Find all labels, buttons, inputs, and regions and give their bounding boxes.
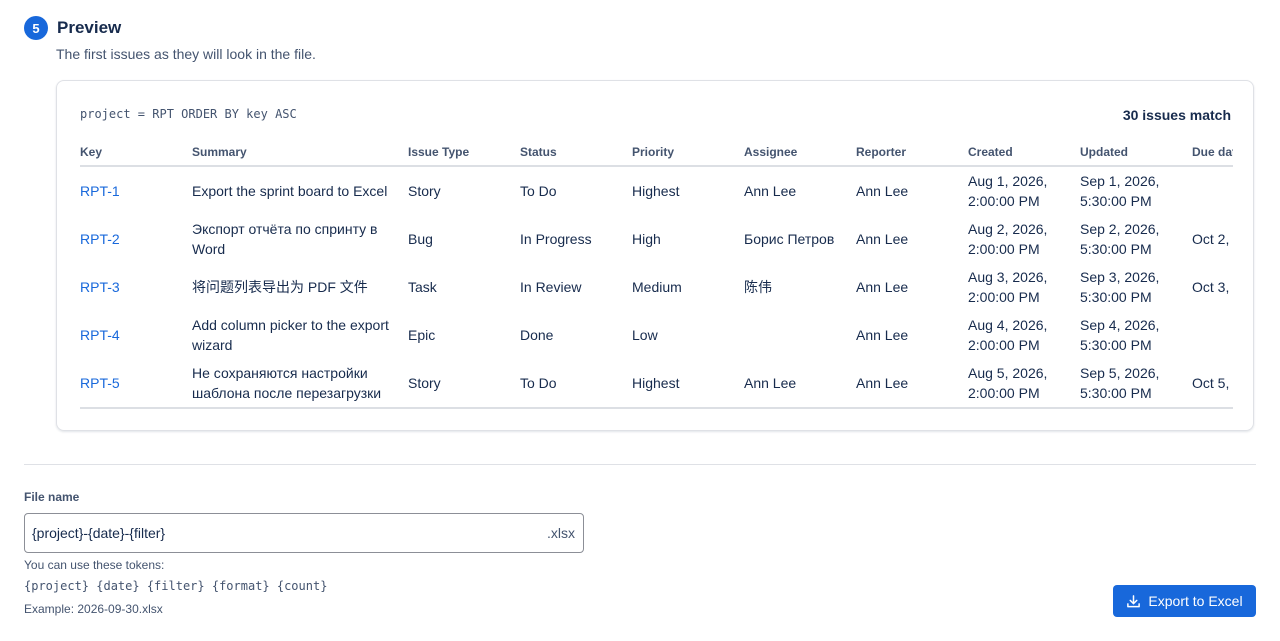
- summary-cell: 将问题列表导出为 PDF 文件: [192, 279, 368, 295]
- column-header: Status: [520, 139, 632, 167]
- issue-key-link[interactable]: RPT-5: [80, 375, 120, 391]
- preview-table-scroll[interactable]: Key Summary Issue Type Status Priority A…: [80, 139, 1233, 409]
- priority-cell: High: [632, 231, 661, 247]
- table-row: RPT-5 Не сохраняются настройки шаблона п…: [80, 359, 1233, 409]
- due-date-cell: Oct 2, 2026: [1192, 231, 1233, 247]
- match-count: 30 issues match: [1122, 107, 1231, 123]
- issue-type-cell: Story: [408, 183, 441, 199]
- priority-cell: Highest: [632, 359, 744, 409]
- created-cell: Aug 5, 2026, 2:00:00 PM: [968, 359, 1080, 409]
- updated-cell: Sep 1, 2026, 5:30:00 PM: [1080, 173, 1160, 209]
- download-icon: [1127, 594, 1141, 607]
- assignee-cell: Борис Петров: [744, 231, 835, 247]
- assignee-cell: Ann Lee: [744, 183, 797, 199]
- issue-type-cell: Epic: [408, 327, 436, 343]
- assignee-cell: [744, 311, 856, 359]
- step-header: 5 Preview: [24, 16, 121, 40]
- column-header: Priority: [632, 139, 744, 167]
- issue-key-link[interactable]: RPT-4: [80, 327, 120, 343]
- file-name-label: File name: [24, 490, 80, 504]
- section-divider: [24, 464, 1256, 465]
- created-cell: Aug 2, 2026, 2:00:00 PM: [968, 221, 1048, 257]
- reporter-cell: Ann Lee: [856, 359, 968, 409]
- status-cell: To Do: [520, 183, 557, 199]
- due-date-cell: Oct 5, 2026: [1192, 359, 1233, 409]
- step-number-badge: 5: [24, 16, 48, 40]
- preview-card: project = RPT ORDER BY key ASC 30 issues…: [56, 80, 1254, 431]
- file-name-example: Example: 2026-09-30.xlsx: [24, 602, 163, 616]
- reporter-cell: Ann Lee: [856, 231, 909, 247]
- export-button-label: Export to Excel: [1148, 593, 1243, 609]
- step-title: Preview: [57, 18, 122, 37]
- column-header: Key: [80, 139, 192, 167]
- table-row: RPT-4 Add column picker to the export wi…: [80, 311, 1233, 359]
- file-name-field: .xlsx: [24, 513, 584, 553]
- created-cell: Aug 3, 2026, 2:00:00 PM: [968, 269, 1048, 305]
- reporter-cell: Ann Lee: [856, 279, 909, 295]
- table-row: RPT-1 Export the sprint board to Excel S…: [80, 166, 1233, 215]
- assignee-cell: 陈伟: [744, 279, 772, 295]
- priority-cell: Low: [632, 327, 658, 343]
- assignee-cell: Ann Lee: [744, 359, 856, 409]
- updated-cell: Sep 5, 2026, 5:30:00 PM: [1080, 359, 1192, 409]
- table-row: RPT-3 将问题列表导出为 PDF 文件 Task In Review Med…: [80, 263, 1233, 311]
- summary-cell: Не сохраняются настройки шаблона после п…: [192, 359, 408, 409]
- summary-cell: Export the sprint board to Excel: [192, 183, 388, 199]
- jql-query: project = RPT ORDER BY key ASC: [80, 107, 297, 121]
- status-cell: Done: [520, 327, 554, 343]
- column-header: Assignee: [744, 139, 856, 167]
- due-date-cell: [1192, 166, 1233, 215]
- issue-key-link[interactable]: RPT-2: [80, 231, 120, 247]
- summary-cell: Экспорт отчёта по спринту в Word: [192, 221, 378, 257]
- status-cell: In Review: [520, 279, 582, 295]
- summary-cell: Add column picker to the export wizard: [192, 317, 389, 353]
- token-list: {project} {date} {filter} {format} {coun…: [24, 579, 328, 593]
- issue-key-link[interactable]: RPT-1: [80, 183, 120, 199]
- column-header: Due date: [1192, 139, 1233, 167]
- status-cell: To Do: [520, 359, 632, 409]
- updated-cell: Sep 2, 2026, 5:30:00 PM: [1080, 221, 1160, 257]
- reporter-cell: Ann Lee: [856, 327, 909, 343]
- updated-cell: Sep 3, 2026, 5:30:00 PM: [1080, 269, 1160, 305]
- priority-cell: Highest: [632, 183, 680, 199]
- table-row: RPT-2 Экспорт отчёта по спринту в Word B…: [80, 215, 1233, 263]
- issue-type-cell: Story: [408, 359, 520, 409]
- due-date-cell: [1192, 311, 1233, 359]
- table-header-row: Key Summary Issue Type Status Priority A…: [80, 139, 1233, 167]
- issue-type-cell: Bug: [408, 231, 433, 247]
- column-header: Updated: [1080, 139, 1192, 167]
- column-header: Reporter: [856, 139, 968, 167]
- created-cell: Aug 4, 2026, 2:00:00 PM: [968, 317, 1048, 353]
- file-name-input[interactable]: [25, 514, 547, 552]
- status-cell: In Progress: [520, 231, 592, 247]
- updated-cell: Sep 4, 2026, 5:30:00 PM: [1080, 317, 1160, 353]
- due-date-cell: Oct 3, 2026: [1192, 279, 1233, 295]
- export-to-excel-button[interactable]: Export to Excel: [1113, 585, 1256, 617]
- created-cell: Aug 1, 2026, 2:00:00 PM: [968, 173, 1048, 209]
- issue-key-link[interactable]: RPT-3: [80, 279, 120, 295]
- token-hint: You can use these tokens:: [24, 558, 165, 572]
- priority-cell: Medium: [632, 279, 682, 295]
- column-header: Issue Type: [408, 139, 520, 167]
- issue-type-cell: Task: [408, 279, 437, 295]
- column-header: Summary: [192, 139, 408, 167]
- column-header: Created: [968, 139, 1080, 167]
- step-description: The first issues as they will look in th…: [56, 46, 316, 62]
- reporter-cell: Ann Lee: [856, 183, 909, 199]
- file-extension-suffix: .xlsx: [547, 525, 575, 541]
- preview-table: Key Summary Issue Type Status Priority A…: [80, 139, 1233, 409]
